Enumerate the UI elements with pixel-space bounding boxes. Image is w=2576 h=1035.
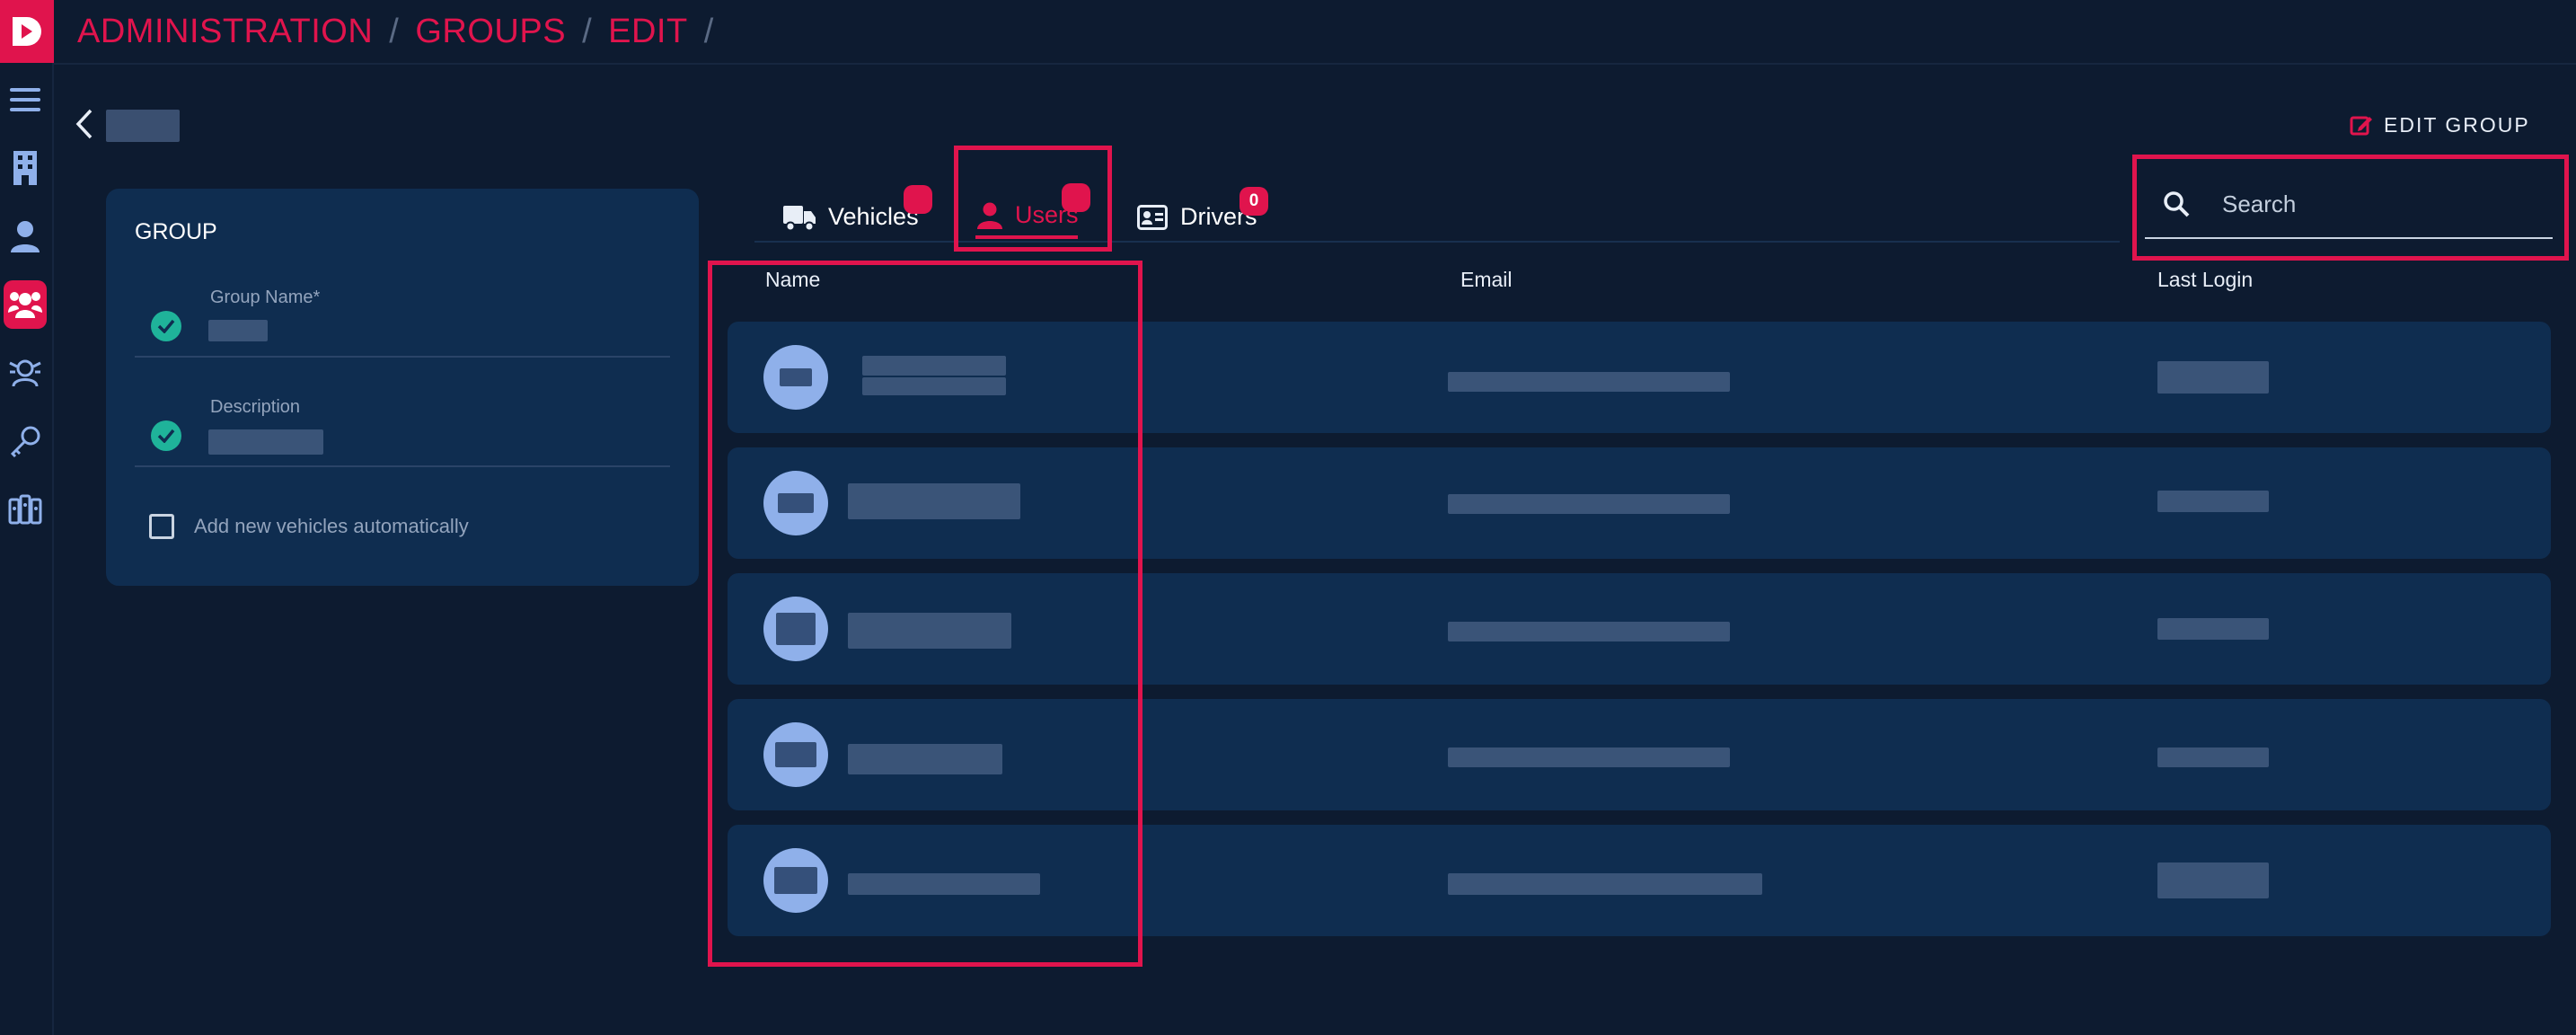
table-row[interactable] (728, 322, 2551, 433)
edit-group-label: EDIT GROUP (2384, 112, 2530, 137)
group-name-field[interactable]: Group Name* (135, 275, 670, 358)
auto-add-vehicles-checkbox[interactable] (149, 514, 174, 539)
chevron-left-icon (75, 109, 93, 139)
breadcrumb-item-groups[interactable]: GROUPS (415, 13, 566, 51)
logo-icon (13, 17, 41, 46)
fleet-icon (8, 494, 42, 525)
id-card-icon (1137, 204, 1168, 230)
table-row[interactable] (728, 447, 2551, 559)
column-header-last-login[interactable]: Last Login (2157, 268, 2253, 292)
user-name-redacted (848, 613, 1011, 649)
users-group-icon (8, 292, 42, 318)
search-input[interactable] (2222, 190, 2527, 218)
menu-icon (10, 88, 40, 111)
description-field[interactable]: Description (135, 385, 670, 467)
breadcrumb-item-edit: EDIT (608, 12, 688, 50)
tab-drivers-badge: 0 (1239, 187, 1268, 216)
sidebar-item-users[interactable] (4, 212, 47, 261)
tab-users-badge (1062, 183, 1090, 212)
group-name-label: Group Name* (210, 288, 321, 307)
tab-vehicles[interactable]: Vehicles (783, 203, 919, 231)
user-icon (977, 202, 1002, 229)
description-value-redacted (208, 429, 323, 455)
sidebar-item-companies[interactable] (4, 144, 47, 192)
drivers-icon (9, 359, 41, 387)
description-label: Description (210, 397, 301, 417)
tab-vehicles-badge (904, 185, 932, 214)
user-name-redacted (848, 744, 1002, 774)
breadcrumb-item-administration[interactable]: ADMINISTRATION (77, 13, 373, 51)
last-login-redacted (2157, 748, 2269, 767)
last-login-redacted (2157, 618, 2269, 640)
user-email-redacted (1448, 622, 1730, 641)
truck-icon (783, 205, 816, 231)
tab-users-active-indicator (975, 235, 1078, 239)
avatar (763, 345, 828, 410)
search-icon (2164, 191, 2190, 217)
last-login-redacted (2157, 361, 2269, 394)
column-header-email[interactable]: Email (1460, 268, 1513, 292)
table-row[interactable] (728, 825, 2551, 936)
avatar (763, 471, 828, 535)
tabs-bar (754, 180, 2120, 243)
user-name-redacted (862, 377, 1006, 395)
app-logo[interactable] (0, 0, 54, 63)
user-name-redacted (848, 873, 1040, 895)
avatar (763, 722, 828, 787)
sidebar-item-drivers[interactable] (4, 349, 47, 397)
user-icon (11, 221, 40, 252)
auto-add-vehicles-label: Add new vehicles automatically (194, 515, 469, 537)
group-card-title: GROUP (135, 219, 217, 244)
key-icon (10, 426, 40, 457)
building-icon (13, 151, 37, 185)
search-box[interactable] (2145, 171, 2553, 239)
user-email-redacted (1448, 873, 1762, 895)
sidebar-item-menu[interactable] (4, 75, 47, 124)
breadcrumb-separator: / (703, 12, 714, 50)
table-row[interactable] (728, 699, 2551, 810)
edit-icon (2350, 116, 2372, 136)
breadcrumb-separator: / (389, 12, 400, 50)
last-login-redacted (2157, 491, 2269, 512)
sidebar-item-groups[interactable] (4, 280, 47, 329)
avatar (763, 597, 828, 661)
sidebar-item-fleet[interactable] (4, 485, 47, 534)
back-button[interactable] (75, 108, 102, 140)
breadcrumb-separator: / (582, 12, 593, 50)
user-name-redacted (862, 356, 1006, 376)
last-login-redacted (2157, 862, 2269, 898)
auto-add-vehicles-row[interactable]: Add new vehicles automatically (149, 514, 469, 539)
avatar (763, 848, 828, 913)
column-header-name[interactable]: Name (765, 268, 820, 292)
sidebar (0, 0, 54, 1035)
user-email-redacted (1448, 494, 1730, 514)
edit-group-button[interactable]: EDIT GROUP (2350, 110, 2530, 140)
check-circle-icon (151, 311, 181, 341)
check-circle-icon (151, 420, 181, 451)
group-card: GROUP Group Name* Description Add new ve… (106, 189, 699, 586)
user-email-redacted (1448, 372, 1730, 392)
group-title-redacted (106, 110, 180, 142)
table-row[interactable] (728, 573, 2551, 685)
user-name-redacted (848, 483, 1020, 519)
user-email-redacted (1448, 748, 1730, 767)
group-name-value-redacted (208, 320, 268, 341)
breadcrumb: ADMINISTRATION / GROUPS / EDIT / (54, 0, 2576, 65)
sidebar-item-permissions[interactable] (4, 417, 47, 465)
